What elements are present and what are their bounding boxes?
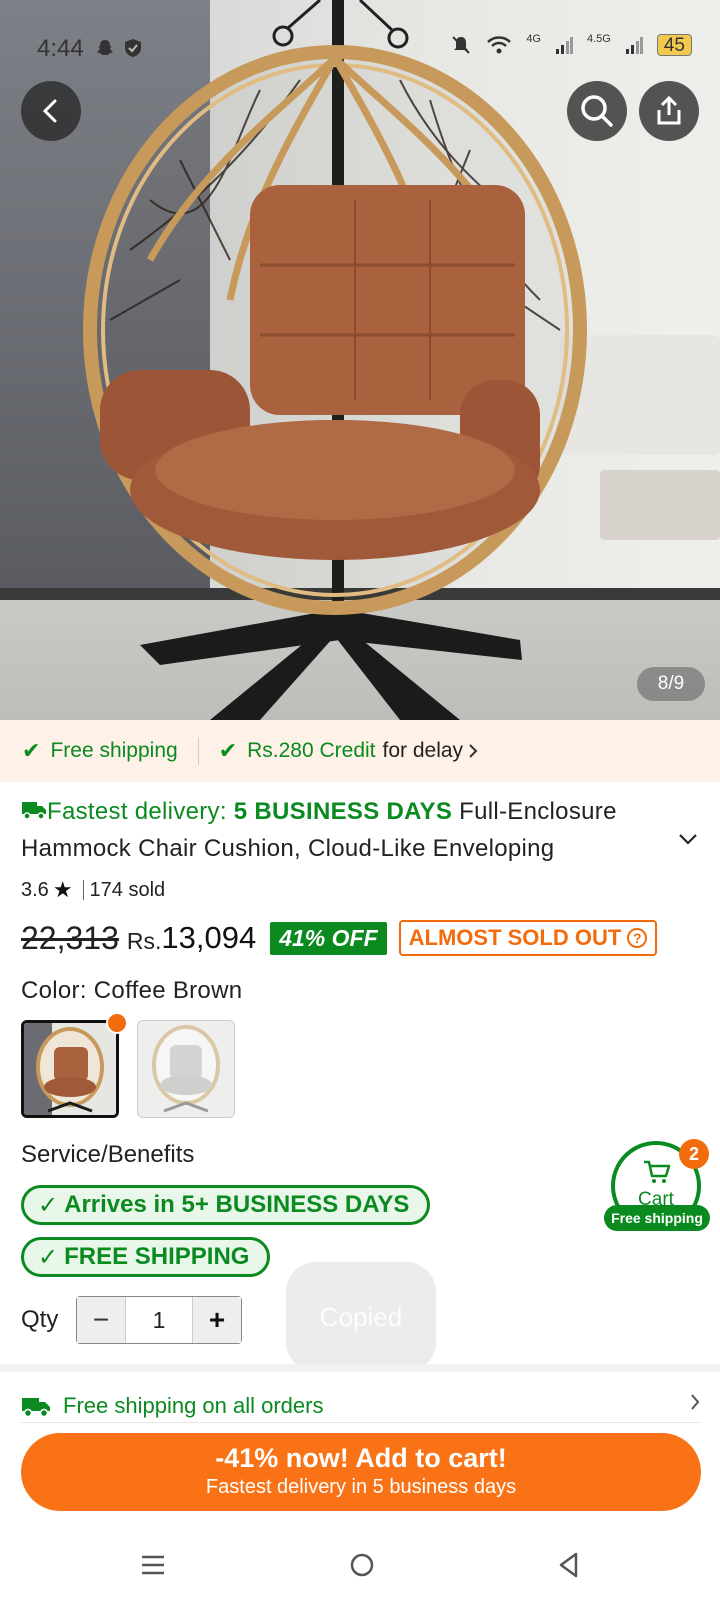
- status-right-icons: 4G 4.5G 45: [450, 33, 692, 56]
- decrease-qty-button[interactable]: −: [77, 1297, 125, 1343]
- discount-badge: 41% OFF: [270, 921, 387, 955]
- cta-line1: -41% now! Add to cart!: [215, 1443, 507, 1473]
- strip-divider: [197, 737, 199, 765]
- swatch-image: [24, 1023, 116, 1115]
- star-icon: ★: [52, 877, 73, 902]
- home-icon[interactable]: [349, 1552, 375, 1578]
- qty-label: Qty: [21, 1306, 59, 1333]
- search-icon: [581, 95, 613, 127]
- delay-credit-item[interactable]: ✔ Rs.280 Credit for delay: [219, 738, 479, 764]
- recent-apps-icon[interactable]: [140, 1552, 166, 1578]
- free-shipping-badge-text: FREE SHIPPING: [64, 1243, 250, 1270]
- mute-bell-icon: [452, 36, 471, 54]
- signal-icon: [556, 37, 573, 54]
- rating-row[interactable]: 3.6 ★ 174 sold: [21, 877, 165, 903]
- color-swatch-coffee-brown[interactable]: [21, 1020, 119, 1118]
- delivery-truck-icon: [22, 1398, 50, 1418]
- quantity-stepper[interactable]: − 1 +: [76, 1296, 242, 1344]
- stock-badge[interactable]: ALMOST SOLD OUT?: [398, 920, 658, 956]
- credit-suffix: for delay: [382, 739, 464, 762]
- search-button[interactable]: [567, 81, 627, 141]
- cta-line2: Fastest delivery in 5 business days: [205, 1476, 517, 1498]
- free-shipping-label: Free shipping: [50, 739, 178, 762]
- help-icon: ?: [627, 928, 648, 948]
- free-shipping-promo-row[interactable]: Free shipping on all orders: [21, 1388, 701, 1424]
- check-icon: ✓: [38, 1243, 59, 1271]
- currency-label: Rs.: [126, 927, 162, 954]
- battery-level: 45: [656, 34, 692, 56]
- cart-count-badge: 2: [679, 1139, 709, 1169]
- rating-value: 3.6: [21, 878, 49, 901]
- sold-count: 174 sold: [89, 878, 166, 901]
- chevron-right-icon: [691, 1394, 700, 1410]
- signal-icon-2: [625, 37, 643, 54]
- copied-toast: Copied: [286, 1262, 436, 1372]
- price-row: 22,313 Rs. 13,094 41% OFF ALMOST SOLD OU…: [21, 916, 658, 960]
- current-price: 13,094: [161, 920, 257, 955]
- cart-free-shipping-tag: Free shipping: [604, 1205, 710, 1231]
- shipping-strip[interactable]: ✔ Free shipping ✔ Rs.280 Credit for dela…: [0, 720, 720, 782]
- check-icon: ✓: [38, 1191, 59, 1219]
- color-swatch-light[interactable]: [137, 1020, 235, 1118]
- original-price: 22,313: [21, 919, 119, 956]
- promo-divider: [21, 1422, 701, 1423]
- arrival-badge-text: Arrives in 5+ BUSINESS DAYS: [64, 1191, 410, 1218]
- free-shipping-badge: ✓ FREE SHIPPING: [21, 1237, 271, 1277]
- expand-title-chevron-icon[interactable]: [678, 832, 698, 846]
- color-label: Color: Coffee Brown: [21, 977, 243, 1004]
- chevron-right-icon: [469, 744, 478, 758]
- share-icon: [657, 95, 681, 125]
- cart-icon: [644, 1160, 671, 1183]
- delivery-truck-icon: [22, 802, 46, 820]
- wifi-icon: [487, 36, 512, 54]
- stock-badge-text: ALMOST SOLD OUT: [408, 925, 622, 950]
- network-type-1: 4G: [526, 33, 541, 45]
- hot-badge-icon: [106, 1012, 128, 1034]
- increase-qty-button[interactable]: +: [193, 1297, 241, 1343]
- service-benefits-label: Service/Benefits: [21, 1141, 195, 1168]
- image-counter: 8/9: [637, 667, 705, 701]
- status-time: 4:44: [37, 35, 84, 62]
- share-button[interactable]: [639, 81, 699, 141]
- network-type-2: 4.5G: [587, 33, 611, 45]
- delivery-days: 5 BUSINESS DAYS: [233, 798, 453, 825]
- qty-value[interactable]: 1: [125, 1297, 193, 1343]
- chevron-left-icon: [42, 99, 57, 123]
- arrival-badge: ✓ Arrives in 5+ BUSINESS DAYS: [21, 1185, 431, 1225]
- delivery-prefix: Fastest delivery:: [47, 798, 234, 825]
- section-divider: [0, 1364, 720, 1372]
- add-to-cart-button[interactable]: -41% now! Add to cart! Fastest delivery …: [21, 1433, 701, 1511]
- rating-divider: [82, 880, 84, 900]
- product-title: Fastest delivery: 5 BUSINESS DAYS Full-E…: [21, 793, 661, 867]
- swatch-image: [138, 1021, 234, 1117]
- check-icon: ✔: [218, 738, 238, 763]
- system-nav-bar: [0, 1530, 720, 1600]
- free-shipping-item: ✔ Free shipping: [22, 738, 178, 764]
- shield-icon: [125, 39, 141, 57]
- credit-amount: Rs.280 Credit: [247, 739, 376, 762]
- status-bar: 4:44 4G 4.5G 45: [0, 0, 720, 92]
- back-nav-icon[interactable]: [556, 1552, 582, 1578]
- back-button[interactable]: [21, 81, 81, 141]
- promo-text: Free shipping on all orders: [63, 1393, 324, 1418]
- check-icon: ✔: [22, 738, 41, 763]
- snapchat-icon: [97, 40, 113, 55]
